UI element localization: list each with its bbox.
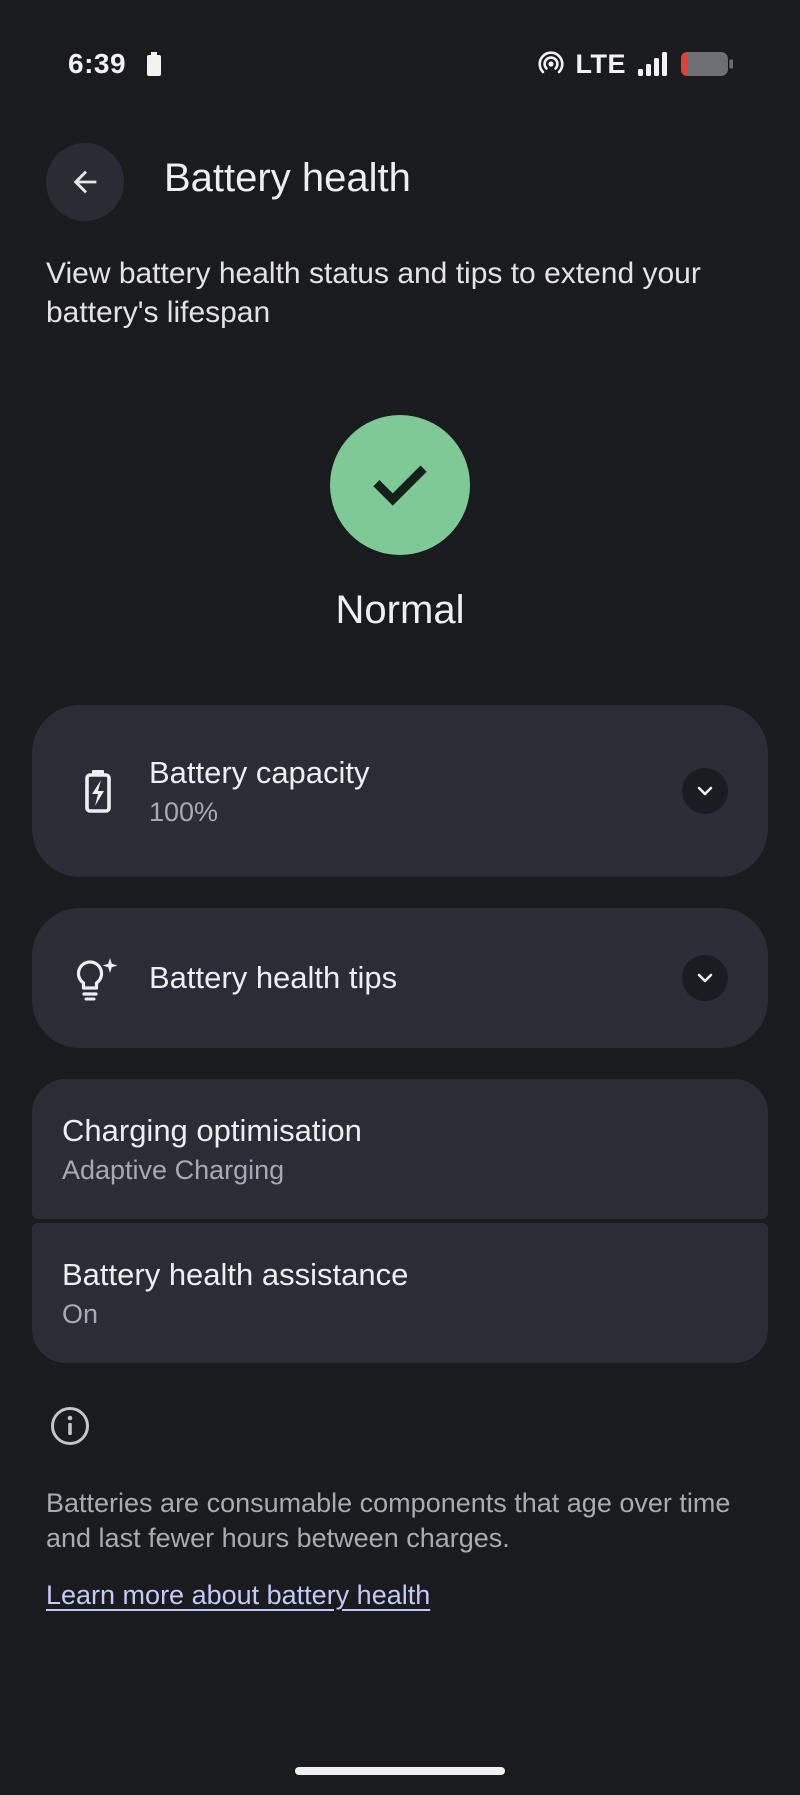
battery-health-assistance-item[interactable]: Battery health assistance On	[32, 1223, 768, 1363]
battery-health-screen: 6:39 LTE Battery health View battery hea…	[0, 0, 800, 1795]
battery-health-assistance-title: Battery health assistance	[62, 1257, 409, 1292]
battery-health-assistance-value: On	[62, 1299, 99, 1329]
page-description: View battery health status and tips to e…	[46, 257, 701, 329]
check-icon	[373, 465, 427, 506]
home-indicator[interactable]	[295, 1767, 505, 1775]
hotspot-icon	[537, 51, 564, 74]
arrow-back-icon	[73, 170, 97, 194]
charging-optimisation-value: Adaptive Charging	[62, 1155, 285, 1185]
health-status-badge	[330, 415, 470, 555]
health-status-label: Normal	[335, 588, 465, 632]
tips-expand-button[interactable]	[682, 955, 728, 1001]
status-icons: LTE	[537, 47, 735, 81]
battery-capacity-card[interactable]: Battery capacity 100%	[32, 705, 768, 877]
chevron-down-icon	[697, 973, 713, 983]
charging-optimisation-title: Charging optimisation	[62, 1113, 362, 1148]
status-bar: 6:39 LTE	[0, 0, 800, 130]
charging-optimisation-item[interactable]: Charging optimisation Adaptive Charging	[32, 1079, 768, 1219]
battery-charging-icon	[76, 767, 120, 815]
lightbulb-sparkle-icon	[72, 956, 120, 1002]
capacity-expand-button[interactable]	[682, 768, 728, 814]
info-icon	[51, 1407, 89, 1445]
chevron-down-icon	[697, 786, 713, 796]
battery-health-tips-card[interactable]: Battery health tips	[32, 908, 768, 1048]
battery-info-text: Batteries are consumable components that…	[46, 1488, 731, 1553]
battery-health-tips-title: Battery health tips	[149, 960, 398, 995]
battery-capacity-value: 100%	[149, 797, 219, 827]
battery-capacity-title: Battery capacity	[149, 755, 370, 790]
battery-saver-mini-icon	[147, 52, 161, 76]
page-title: Battery health	[164, 156, 411, 200]
status-time: 6:39	[68, 48, 127, 79]
network-type: LTE	[575, 48, 626, 79]
battery-icon	[681, 52, 733, 76]
back-button[interactable]	[46, 143, 124, 221]
learn-more-link[interactable]: Learn more about battery health	[46, 1580, 430, 1611]
signal-icon	[638, 52, 667, 76]
